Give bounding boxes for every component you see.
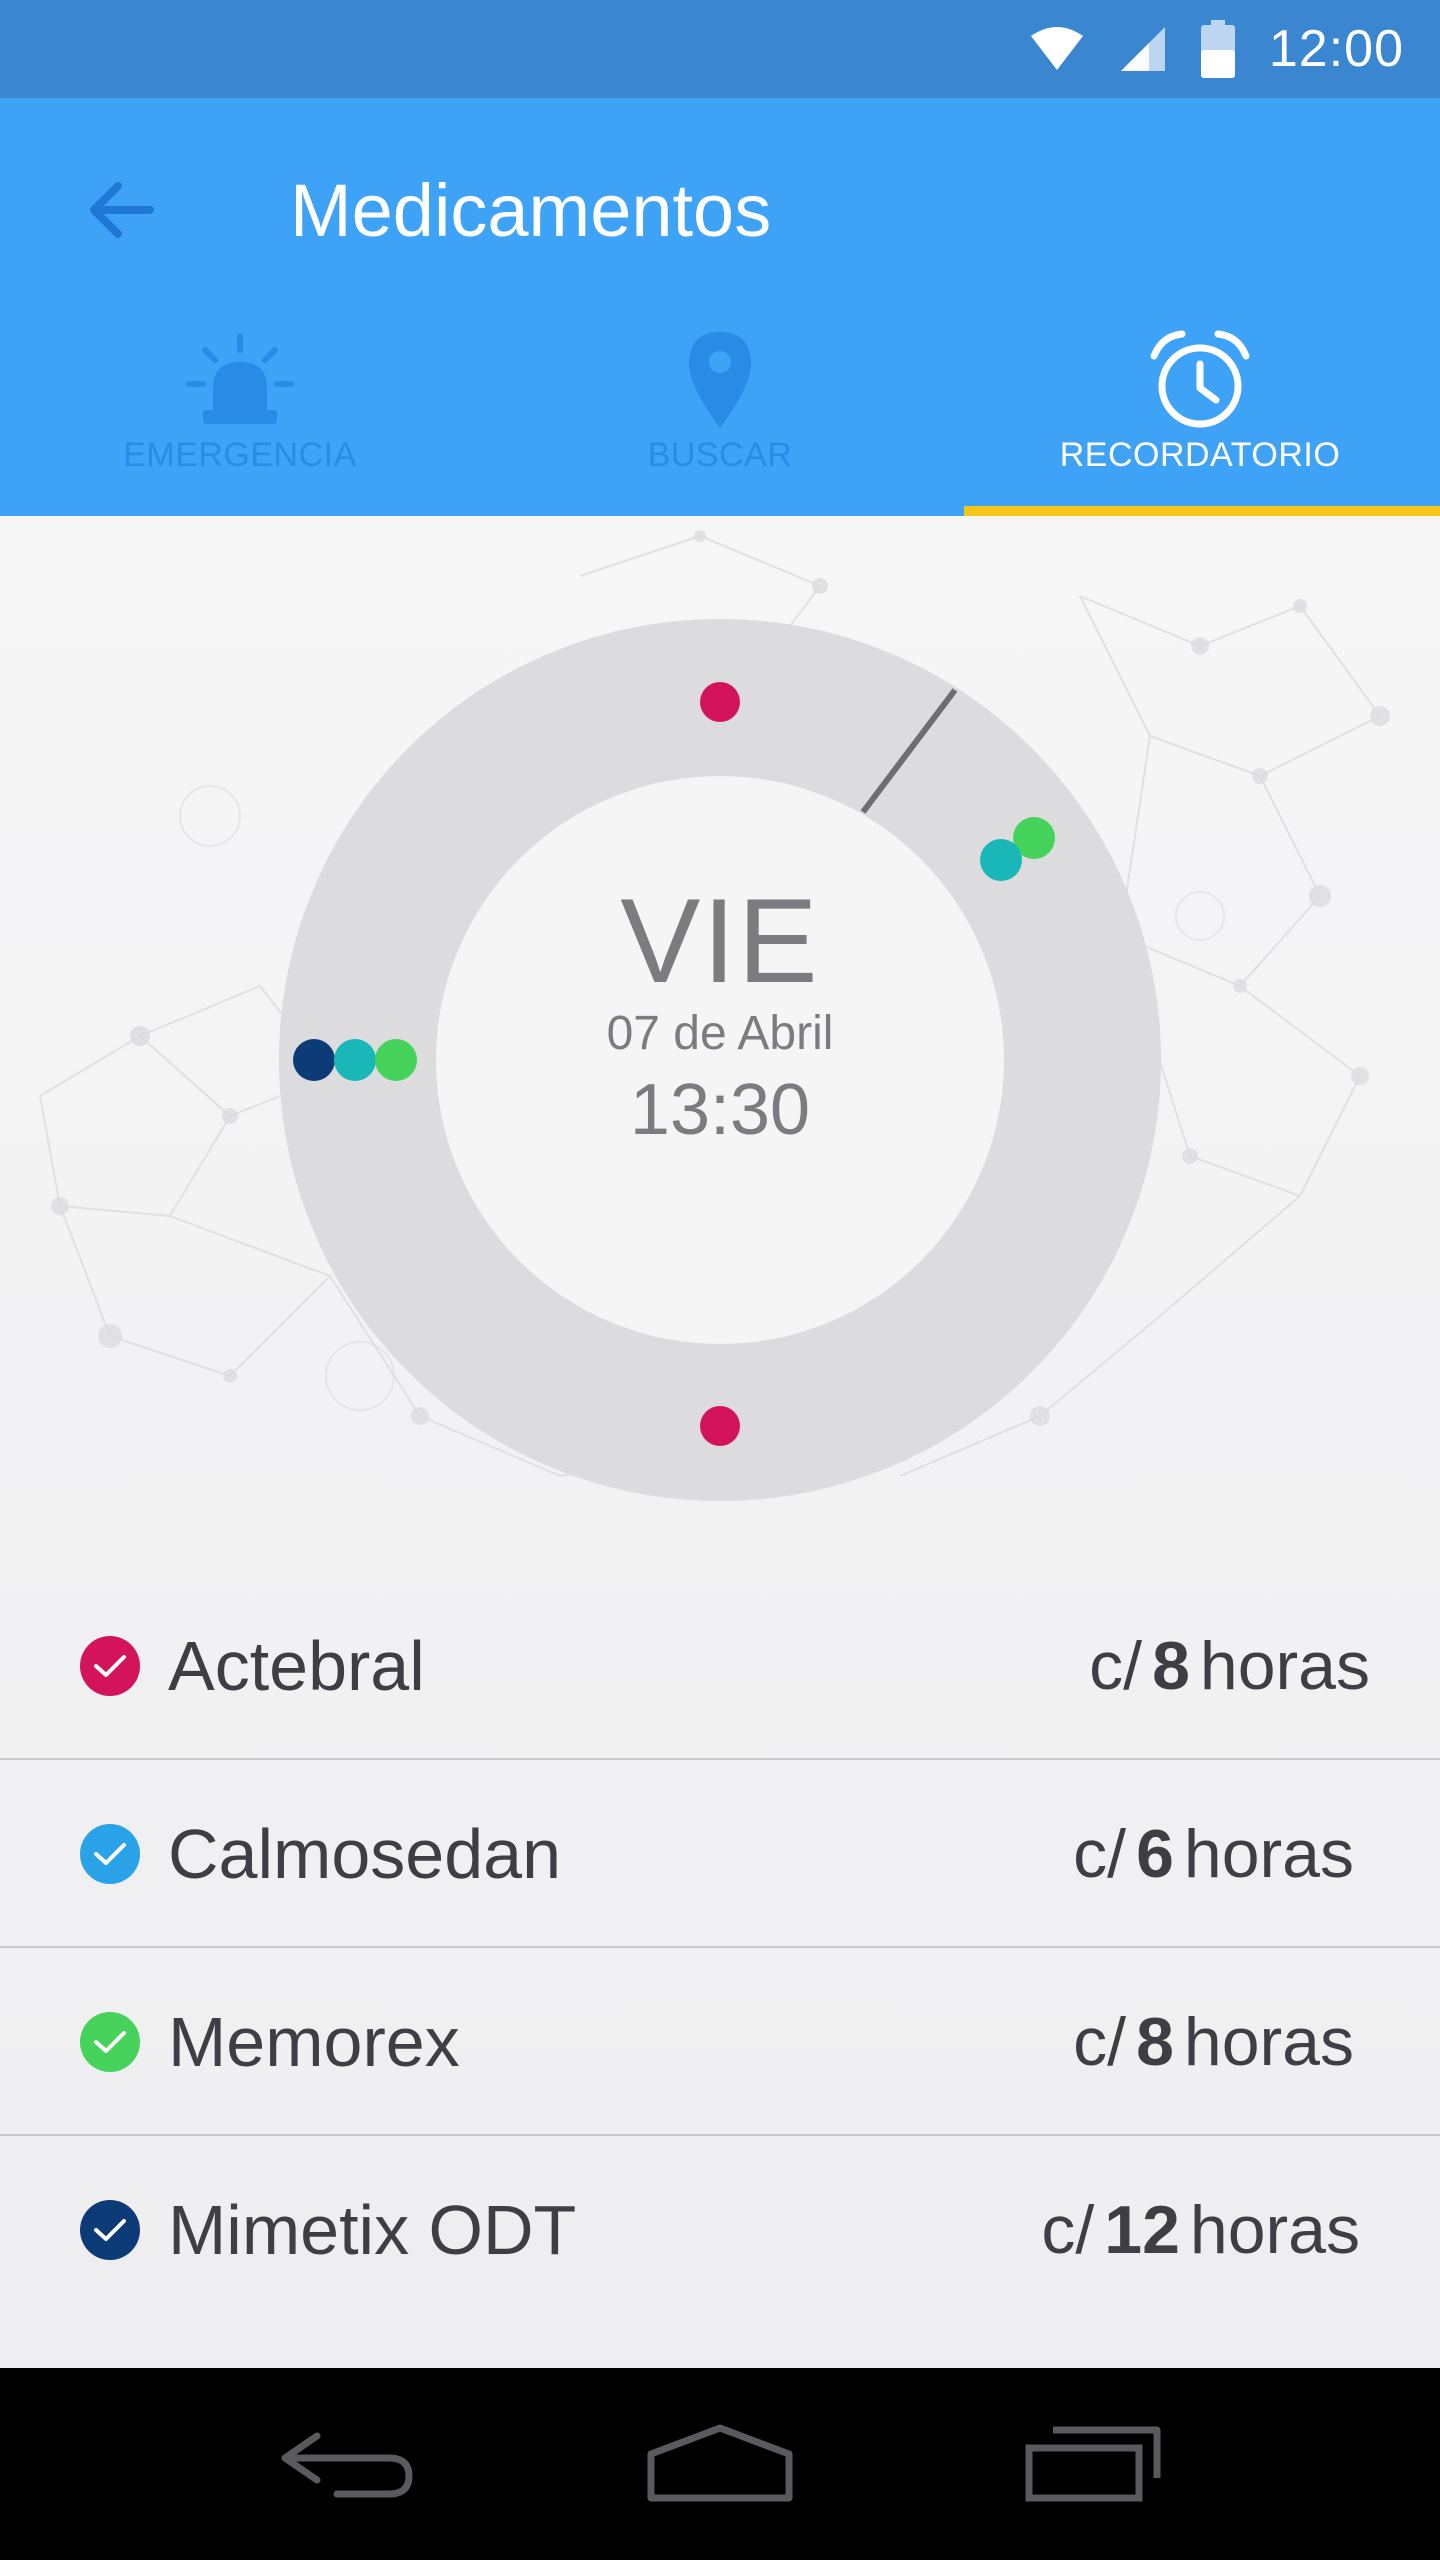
app-bar: Medicamentos EMERGENCIA BUSCAR RECORDATO…	[0, 98, 1440, 516]
dose-marker-teal[interactable]	[980, 839, 1022, 881]
nav-back-icon	[281, 2432, 413, 2498]
frequency-unit: horas	[1183, 1816, 1354, 1892]
medication-name: Mimetix ODT	[168, 2191, 577, 2269]
medication-frequency: c/8 horas	[1073, 1998, 1354, 2086]
tab-bar: EMERGENCIA BUSCAR RECORDATORIO	[0, 320, 1440, 516]
dose-marker-actebral-top[interactable]	[700, 682, 740, 722]
page-title: Medicamentos	[290, 168, 772, 252]
dose-marker-memorex-left[interactable]	[375, 1039, 417, 1081]
nav-recents-button[interactable]	[1003, 2404, 1183, 2524]
nav-home-icon	[647, 2424, 793, 2502]
frequency-prefix: c/	[1041, 2192, 1095, 2268]
frequency-value: 6	[1136, 1816, 1174, 1892]
medication-name: Memorex	[168, 2003, 460, 2081]
frequency-prefix: c/	[1073, 1816, 1127, 1892]
reminder-panel: VIE 07 de Abril 13:30 Actebral c/8 horas …	[0, 516, 1440, 2368]
back-button[interactable]	[70, 160, 170, 260]
frequency-prefix: c/	[1089, 1628, 1143, 1704]
signal-icon	[1119, 25, 1167, 73]
medication-frequency: c/12 horas	[1041, 2186, 1360, 2274]
list-item[interactable]: Memorex c/8 horas	[0, 1948, 1440, 2136]
medication-list: Actebral c/8 horas Calmosedan c/6 horas Me…	[0, 1572, 1440, 2324]
check-circle-icon[interactable]	[80, 2012, 140, 2072]
frequency-unit: horas	[1189, 2192, 1360, 2268]
tab-label-buscar: BUSCAR	[647, 436, 793, 474]
list-item[interactable]: Calmosedan c/6 horas	[0, 1760, 1440, 1948]
battery-icon	[1200, 20, 1235, 78]
nav-back-button[interactable]	[257, 2404, 437, 2524]
check-circle-icon[interactable]	[80, 1824, 140, 1884]
nav-recents-icon	[1025, 2426, 1161, 2502]
arrow-left-icon	[90, 182, 154, 238]
check-circle-icon[interactable]	[80, 2200, 140, 2260]
medication-frequency: c/6 horas	[1073, 1810, 1354, 1898]
system-nav-bar	[0, 2368, 1440, 2560]
frequency-value: 8	[1152, 1628, 1190, 1704]
date-label: 07 de Abril	[606, 1007, 834, 1060]
check-circle-icon[interactable]	[80, 1636, 140, 1696]
status-bar: 12:00	[0, 0, 1440, 98]
dose-marker-actebral-bottom[interactable]	[700, 1406, 740, 1446]
time-label: 13:30	[629, 1070, 811, 1150]
tab-buscar[interactable]: BUSCAR	[480, 320, 960, 516]
status-time: 12:00	[1268, 20, 1404, 78]
tab-label-recordatorio: RECORDATORIO	[1059, 436, 1341, 474]
medication-name: Actebral	[168, 1627, 425, 1705]
map-pin-icon	[665, 330, 775, 430]
dose-marker-mimetix[interactable]	[293, 1039, 335, 1081]
active-tab-indicator	[964, 506, 1440, 516]
list-item[interactable]: Mimetix ODT c/12 horas	[0, 2136, 1440, 2324]
nav-home-button[interactable]	[630, 2404, 810, 2524]
tab-emergencia[interactable]: EMERGENCIA	[0, 320, 480, 516]
tab-label-emergencia: EMERGENCIA	[123, 436, 357, 474]
medication-name: Calmosedan	[168, 1815, 561, 1893]
alarm-clock-icon	[1145, 330, 1255, 430]
frequency-unit: horas	[1199, 1628, 1370, 1704]
frequency-prefix: c/	[1073, 2004, 1127, 2080]
siren-icon	[185, 330, 295, 430]
dose-marker-teal-left[interactable]	[334, 1039, 376, 1081]
list-item[interactable]: Actebral c/8 horas	[0, 1572, 1440, 1760]
frequency-unit: horas	[1183, 2004, 1354, 2080]
day-label: VIE	[620, 874, 820, 1008]
current-schedule: VIE 07 de Abril 13:30	[420, 876, 1020, 1154]
frequency-value: 8	[1136, 2004, 1174, 2080]
frequency-value: 12	[1104, 2192, 1180, 2268]
medication-frequency: c/8 horas	[1089, 1622, 1370, 1710]
tab-recordatorio[interactable]: RECORDATORIO	[960, 320, 1440, 516]
wifi-icon	[1029, 26, 1085, 72]
